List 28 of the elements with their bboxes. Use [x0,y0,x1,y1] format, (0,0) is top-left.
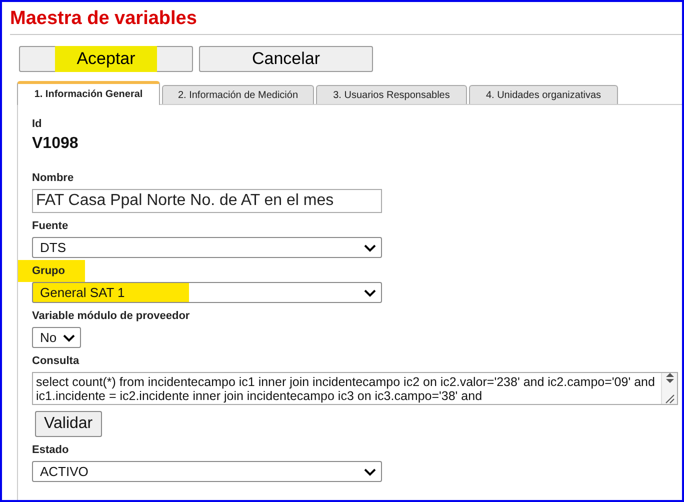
input-field[interactable]: FAT Casa Ppal Norte No. de AT en el mes [32,189,382,213]
chevron-down-icon [364,288,376,296]
field-label: Estado [32,443,69,457]
tab[interactable]: 3. Usuarios Responsables [316,85,467,104]
tab[interactable]: 4. Unidades organizativas [469,85,618,104]
chevron-down-icon [364,468,376,476]
spinner-arrows-icon[interactable] [666,373,674,383]
tab[interactable]: 1. Información General [17,81,160,105]
id-value: V1098 [32,135,80,153]
dropdown[interactable]: DTS [32,237,382,258]
field-label: Variable módulo de proveedor [32,309,190,323]
validate-button[interactable]: Validar [35,411,102,437]
dropdown[interactable]: No [32,327,81,348]
chevron-down-icon [63,334,75,342]
action-button[interactable]: Cancelar [199,46,373,72]
dropdown[interactable]: ACTIVO [32,461,382,482]
action-button[interactable]: Aceptar [19,46,193,72]
dropdown[interactable]: General SAT 1 [32,282,382,303]
field-label: Consulta [32,354,80,368]
chevron-down-icon [364,244,376,252]
field-label: Grupo [18,260,85,282]
query-textarea[interactable]: select count(*) from incidentecampo ic1 inner join incidentecampo ic2 on ic2.valor='238' and ic2.campo='09' and ic1.incidente = ic2.incidente inner join incidentecampo ic3 on ic3.campo='38' and [32,372,678,405]
resize-grip-icon[interactable] [664,394,674,404]
field-label: Id [32,117,42,131]
field-label: Fuente [32,219,68,233]
window-title: Maestra de variables [10,8,198,30]
field-label: Nombre [32,171,74,185]
tab[interactable]: 2. Información de Medición [162,85,314,104]
